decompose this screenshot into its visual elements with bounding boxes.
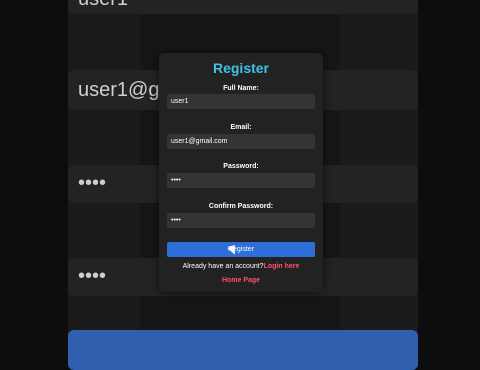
email-label: Email:	[230, 124, 252, 131]
confirm-password-label: Confirm Password:	[208, 203, 274, 210]
account-prompt: Already have an account?Login here	[159, 263, 323, 270]
full-name-input[interactable]: user1	[167, 94, 315, 109]
login-link[interactable]: Login here	[264, 263, 300, 270]
register-button[interactable]: Register	[167, 242, 315, 257]
background-password-mask: ••••	[78, 172, 107, 194]
register-card: Register Full Name: user1 Email: user1@g…	[159, 53, 323, 292]
confirm-password-input[interactable]: ••••	[167, 213, 315, 228]
home-page-link[interactable]: Home Page	[159, 277, 323, 284]
password-label: Password:	[223, 163, 259, 170]
background-top-text: user1	[78, 0, 128, 11]
background-email-text: user1@g	[78, 79, 160, 101]
password-input[interactable]: ••••	[167, 173, 315, 188]
account-prompt-text: Already have an account?	[182, 263, 264, 270]
email-input[interactable]: user1@gmail.com	[167, 134, 315, 149]
page-title: Register	[212, 60, 270, 76]
background-confirm-mask: ••••	[78, 265, 107, 287]
full-name-label: Full Name:	[223, 85, 259, 92]
background-button	[68, 330, 418, 370]
